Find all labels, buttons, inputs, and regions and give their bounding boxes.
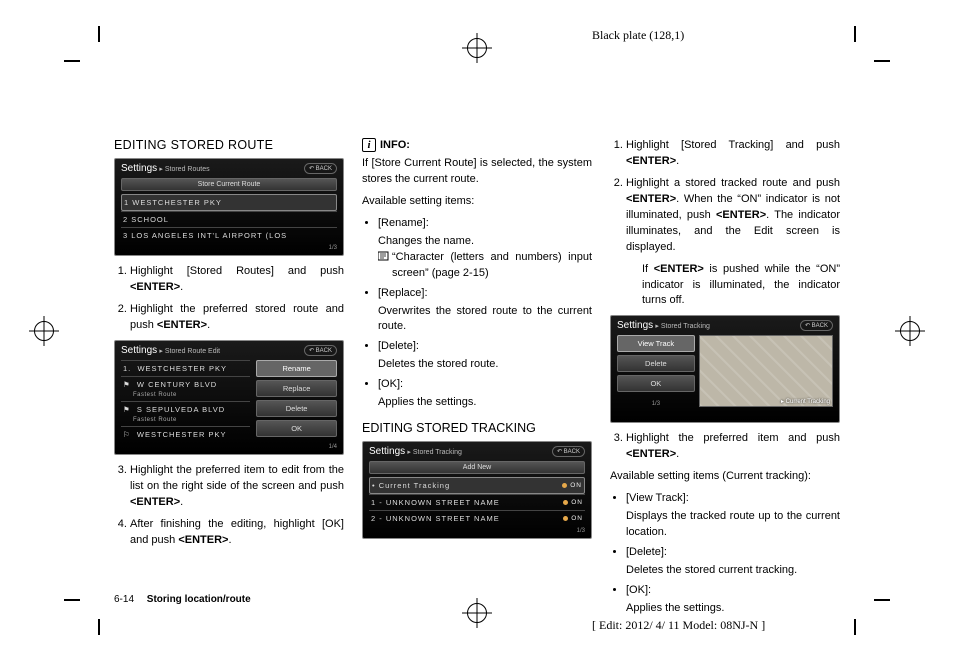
available-label: Available setting items: xyxy=(362,194,592,210)
info-label: INFO: xyxy=(380,139,410,151)
section-title: Storing location/route xyxy=(147,594,251,605)
step-item: Highlight [Stored Routes] and push <ENTE… xyxy=(130,264,344,296)
list-item: 3 LOS ANGELES INT'L AIRPORT (LOS xyxy=(121,227,337,243)
delete-button: Delete xyxy=(617,355,695,372)
list-item: 2 - UNKNOWN STREET NAMEON xyxy=(369,510,585,526)
ok-button: OK xyxy=(256,420,337,437)
step-item: Highlight the preferred stored route and… xyxy=(130,302,344,334)
step-item: Highlight [Stored Tracking] and push <EN… xyxy=(626,138,840,170)
bullet-item: [Replace]: Overwrites the stored route t… xyxy=(378,286,592,336)
back-button: ↶ BACK xyxy=(304,163,337,174)
step-item: Highlight the preferred item and push <E… xyxy=(626,431,840,463)
heading-editing-stored-tracking: EDITING STORED TRACKING xyxy=(362,421,592,435)
list-item: ⚑ W CENTURY BLVDFastest Route xyxy=(121,376,250,401)
crop-mark xyxy=(854,26,856,42)
crop-mark xyxy=(98,619,100,635)
back-button: ↶ BACK xyxy=(552,446,585,457)
edit-info: [ Edit: 2012/ 4/ 11 Model: 08NJ-N ] xyxy=(592,618,765,633)
crop-mark xyxy=(874,599,890,601)
column-1: EDITING STORED ROUTE Settings ▸ Stored R… xyxy=(114,138,344,598)
list-item: 2 SCHOOL xyxy=(121,211,337,227)
list-item: ⚑ S SEPULVEDA BLVDFastest Route xyxy=(121,401,250,426)
available-label: Available setting items (Current trackin… xyxy=(610,469,840,485)
screen-title: Settings xyxy=(121,345,157,356)
info-body: If [Store Current Route] is selected, th… xyxy=(362,156,592,188)
breadcrumb: ▸ Stored Tracking xyxy=(655,323,709,330)
back-button: ↶ BACK xyxy=(304,345,337,356)
steps-list: Highlight [Stored Routes] and push <ENTE… xyxy=(114,264,344,334)
page-number: 6-14 xyxy=(114,594,134,605)
map-preview xyxy=(699,335,833,407)
column-3: Highlight [Stored Tracking] and push <EN… xyxy=(610,138,840,598)
screen-title: Settings xyxy=(369,446,405,457)
steps-list: Highlight [Stored Tracking] and push <EN… xyxy=(610,138,840,309)
breadcrumb: ▸ Stored Tracking xyxy=(407,449,461,456)
list-item: • Current TrackingON xyxy=(369,477,585,494)
registration-mark xyxy=(467,603,487,623)
registration-mark xyxy=(34,321,54,341)
crop-mark xyxy=(98,26,100,42)
info-icon: i xyxy=(362,138,376,152)
breadcrumb: ▸ Stored Routes xyxy=(159,166,209,173)
delete-button: Delete xyxy=(256,400,337,417)
steps-list: Highlight the preferred item and push <E… xyxy=(610,431,840,463)
bullet-item: [Delete]: Deletes the stored current tra… xyxy=(626,545,840,579)
plate-label: Black plate (128,1) xyxy=(592,28,684,43)
replace-button: Replace xyxy=(256,380,337,397)
screenshot-stored-route-edit: Settings ▸ Stored Route Edit ↶ BACK 1. W… xyxy=(114,340,344,455)
step-item: After finishing the editing, highlight [… xyxy=(130,517,344,549)
screen-page-indicator: 1/3 xyxy=(617,401,695,407)
crop-mark xyxy=(854,619,856,635)
registration-mark xyxy=(467,38,487,58)
screen-page-indicator: 1/3 xyxy=(369,528,585,534)
step-item: Highlight a stored tracked route and pus… xyxy=(626,176,840,310)
screen-page-indicator: 1/4 xyxy=(121,444,337,450)
crop-mark xyxy=(64,60,80,62)
registration-mark xyxy=(900,321,920,341)
list-item: 1 WESTCHESTER PKY xyxy=(121,194,337,211)
page-footer: 6-14 Storing location/route xyxy=(114,594,251,605)
reference-icon xyxy=(378,251,390,261)
list-item: 1. WESTCHESTER PKY xyxy=(121,360,250,376)
list-item: ⚐ WESTCHESTER PKY xyxy=(121,426,250,442)
store-current-route-bar: Store Current Route xyxy=(121,178,337,191)
heading-editing-stored-route: EDITING STORED ROUTE xyxy=(114,138,344,152)
screen-page-indicator: 1/3 xyxy=(121,245,337,251)
bullet-item: [OK]: Applies the settings. xyxy=(378,377,592,411)
bullet-list: [View Track]: Displays the tracked route… xyxy=(610,491,840,617)
crop-mark xyxy=(874,60,890,62)
screenshot-stored-tracking-list: Settings ▸ Stored Tracking ↶ BACK Add Ne… xyxy=(362,441,592,539)
screen-title: Settings xyxy=(617,320,653,331)
bullet-item: [View Track]: Displays the tracked route… xyxy=(626,491,840,541)
add-new-bar: Add New xyxy=(369,461,585,474)
breadcrumb: ▸ Stored Route Edit xyxy=(159,348,220,355)
bullet-item: [Rename]: Changes the name. “Character (… xyxy=(378,216,592,282)
step-item: Highlight the preferred item to edit fro… xyxy=(130,463,344,511)
column-2: i INFO: If [Store Current Route] is sele… xyxy=(362,138,592,598)
screenshot-stored-tracking-map: Settings ▸ Stored Tracking ↶ BACK View T… xyxy=(610,315,840,423)
bullet-list: [Rename]: Changes the name. “Character (… xyxy=(362,216,592,411)
bullet-item: [OK]: Applies the settings. xyxy=(626,583,840,617)
screenshot-stored-routes: Settings ▸ Stored Routes ↶ BACK Store Cu… xyxy=(114,158,344,256)
back-button: ↶ BACK xyxy=(800,320,833,331)
crop-mark xyxy=(64,599,80,601)
bullet-item: [Delete]: Deletes the stored route. xyxy=(378,339,592,373)
steps-list: Highlight the preferred item to edit fro… xyxy=(114,463,344,549)
rename-button: Rename xyxy=(256,360,337,377)
ok-button: OK xyxy=(617,375,695,392)
view-track-button: View Track xyxy=(617,335,695,352)
list-item: 1 - UNKNOWN STREET NAMEON xyxy=(369,494,585,510)
page-content: EDITING STORED ROUTE Settings ▸ Stored R… xyxy=(114,138,840,598)
screen-title: Settings xyxy=(121,163,157,174)
